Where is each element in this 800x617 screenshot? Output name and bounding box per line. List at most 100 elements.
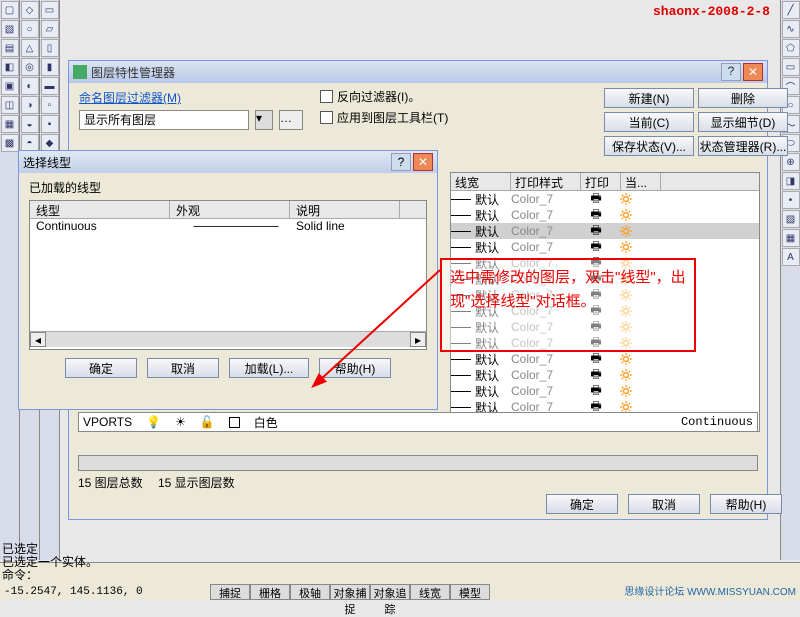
scroll-left-icon[interactable]: ◂ — [30, 332, 46, 347]
linetype-row[interactable]: Continuous ────────── Solid line — [30, 219, 426, 235]
help-button-icon[interactable]: ? — [721, 63, 741, 81]
sun-icon[interactable]: ☀ — [175, 415, 186, 429]
named-filter-link[interactable]: 命名图层过滤器(M) — [79, 89, 181, 106]
bulb-icon[interactable]: 💡 — [146, 415, 161, 429]
cancel-button[interactable]: 取消 — [147, 358, 219, 378]
tool-icon[interactable]: ▭ — [41, 1, 59, 19]
layer-name: VPORTS — [83, 415, 132, 429]
col-linetype[interactable]: 线型 — [30, 201, 170, 218]
load-button[interactable]: 加载(L)... — [229, 358, 309, 378]
tool-icon[interactable]: ▦ — [1, 115, 19, 133]
mode-toggle-捕捉[interactable]: 捕捉 — [210, 584, 250, 600]
current-button[interactable]: 当前(C) — [604, 112, 694, 132]
tool-icon[interactable]: ◒ — [21, 115, 39, 133]
linetype-preview: ────────── — [176, 219, 296, 235]
dialog-icon — [73, 65, 87, 79]
horizontal-scrollbar[interactable] — [78, 455, 758, 471]
layer-dialog-titlebar[interactable]: 图层特性管理器 ? ✕ — [69, 61, 767, 83]
block-tool-icon[interactable]: ◨ — [782, 172, 800, 190]
cmd-prompt: 命令： — [2, 569, 732, 582]
filter-checkboxes: 反向过滤器(I)。 应用到图层工具栏(T) — [320, 88, 448, 130]
layer-dialog-bottom-buttons: 确定 取消 帮助(H) — [546, 494, 782, 514]
reverse-filter-checkbox[interactable] — [320, 90, 333, 103]
tool-icon[interactable]: ▩ — [1, 134, 19, 152]
filter-combo[interactable]: 显示所有图层 — [79, 110, 249, 130]
cmd-line: 已选定一个实体。 — [2, 556, 732, 569]
tool-icon[interactable]: ▧ — [1, 20, 19, 38]
linetype-name: Continuous — [36, 219, 176, 235]
color-swatch[interactable] — [229, 417, 240, 428]
mode-toggle-对象捕捉[interactable]: 对象捕捉 — [330, 584, 370, 600]
mode-toggle-模型[interactable]: 模型 — [450, 584, 490, 600]
combo-dropdown-icon[interactable]: ▾ — [255, 110, 273, 130]
tool-icon[interactable]: ◇ — [21, 1, 39, 19]
region-tool-icon[interactable]: ▦ — [782, 229, 800, 247]
linetype-header[interactable]: 线型 外观 说明 — [30, 201, 426, 219]
tool-icon[interactable]: ▮ — [41, 58, 59, 76]
tool-icon[interactable]: ▬ — [41, 77, 59, 95]
layer-full-row[interactable]: VPORTS 💡 ☀ 🔓 白色 Continuous — [78, 412, 758, 432]
ok-button[interactable]: 确定 — [65, 358, 137, 378]
save-state-button[interactable]: 保存状态(V)... — [604, 136, 694, 156]
tool-icon[interactable]: △ — [21, 39, 39, 57]
mode-toggles: 捕捉栅格极轴对象捕捉对象追踪线宽模型 — [210, 584, 490, 600]
tool-icon[interactable]: ◫ — [1, 96, 19, 114]
linetype-desc: Solid line — [296, 219, 345, 235]
mode-toggle-线宽[interactable]: 线宽 — [410, 584, 450, 600]
tool-icon[interactable]: ▯ — [41, 39, 59, 57]
help-button-icon[interactable]: ? — [391, 153, 411, 171]
tool-icon[interactable]: ▤ — [1, 39, 19, 57]
col-description[interactable]: 说明 — [290, 201, 400, 218]
tool-icon[interactable]: ▫ — [41, 96, 59, 114]
close-icon[interactable]: ✕ — [413, 153, 433, 171]
col-appearance[interactable]: 外观 — [170, 201, 290, 218]
tool-icon[interactable]: ◑ — [21, 96, 39, 114]
tool-icon[interactable]: ▣ — [1, 77, 19, 95]
mode-toggle-极轴[interactable]: 极轴 — [290, 584, 330, 600]
watermark: shaonx-2008-2-8 — [653, 4, 770, 19]
rect-tool-icon[interactable]: ▭ — [782, 58, 800, 76]
tool-icon[interactable]: ▱ — [41, 20, 59, 38]
mode-toggle-栅格[interactable]: 栅格 — [250, 584, 290, 600]
state-manager-button[interactable]: 状态管理器(R)... — [698, 136, 788, 156]
tool-icon[interactable]: ◧ — [1, 58, 19, 76]
coordinates-display: -15.2547, 145.1136, 0 — [4, 586, 143, 598]
mode-toggle-对象追踪[interactable]: 对象追踪 — [370, 584, 410, 600]
linetype-dialog-titlebar[interactable]: 选择线型 ? ✕ — [19, 151, 437, 173]
linetype-dialog-title: 选择线型 — [23, 154, 71, 171]
col-current[interactable]: 当... — [621, 173, 661, 190]
hatch-tool-icon[interactable]: ▨ — [782, 210, 800, 228]
tool-icon[interactable]: ○ — [21, 20, 39, 38]
linetype-cell[interactable]: Continuous — [681, 415, 753, 429]
help-button[interactable]: 帮助(H) — [710, 494, 782, 514]
tool-icon[interactable]: ▪ — [41, 115, 59, 133]
footer-link: 思缘设计论坛 WWW.MISSYUAN.COM — [624, 583, 796, 598]
new-button[interactable]: 新建(N) — [604, 88, 694, 108]
toolbar-column-1: ▢▧▤◧▣◫▦▩ — [0, 0, 20, 560]
cancel-button[interactable]: 取消 — [628, 494, 700, 514]
tool-icon[interactable]: ◎ — [21, 58, 39, 76]
layer-dialog-title: 图层特性管理器 — [91, 64, 175, 81]
polyline-tool-icon[interactable]: ∿ — [782, 20, 800, 38]
loaded-linetypes-label: 已加载的线型 — [29, 179, 427, 196]
color-name: 白色 — [254, 414, 278, 431]
tool-icon[interactable]: ◐ — [21, 77, 39, 95]
close-icon[interactable]: ✕ — [743, 63, 763, 81]
filter-edit-button[interactable]: … — [279, 110, 303, 130]
layer-action-buttons: 新建(N) 删除 当前(C) 显示细节(D) 保存状态(V)... 状态管理器(… — [604, 88, 788, 156]
point-tool-icon[interactable]: • — [782, 191, 800, 209]
details-button[interactable]: 显示细节(D) — [698, 112, 788, 132]
total-layers: 15 图层总数 — [78, 476, 143, 490]
col-plotstyle[interactable]: 打印样式 — [511, 173, 581, 190]
ok-button[interactable]: 确定 — [546, 494, 618, 514]
lock-icon[interactable]: 🔓 — [200, 415, 215, 429]
col-lineweight[interactable]: 线宽 — [451, 173, 511, 190]
delete-button[interactable]: 删除 — [698, 88, 788, 108]
command-window[interactable]: 已选定 已选定一个实体。 命令： — [2, 543, 732, 582]
apply-toolbar-checkbox[interactable] — [320, 111, 333, 124]
line-tool-icon[interactable]: ╱ — [782, 1, 800, 19]
polygon-tool-icon[interactable]: ⬠ — [782, 39, 800, 57]
tool-icon[interactable]: ▢ — [1, 1, 19, 19]
col-print[interactable]: 打印 — [581, 173, 621, 190]
text-tool-icon[interactable]: A — [782, 248, 800, 266]
